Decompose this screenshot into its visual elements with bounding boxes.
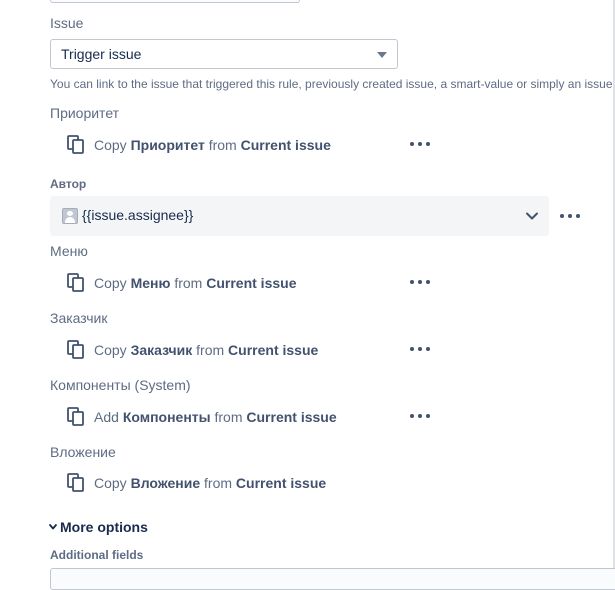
chevron-down-icon: [526, 212, 538, 220]
copy-icon: [67, 407, 84, 426]
more-icon[interactable]: [410, 279, 430, 285]
additional-fields-label: Additional fields: [50, 548, 144, 562]
copy-summary: Add Компоненты from Current issue: [94, 409, 337, 425]
issue-select-value: Trigger issue: [61, 46, 142, 62]
copy-summary: Copy Вложение from Current issue: [94, 475, 327, 491]
copy-icon: [67, 135, 84, 154]
copy-summary: Copy Приоритет from Current issue: [94, 137, 331, 153]
more-options-toggle[interactable]: More options: [48, 519, 148, 535]
copy-row-priority[interactable]: Copy Приоритет from Current issue: [67, 133, 331, 157]
copy-row-menu[interactable]: Copy Меню from Current issue: [67, 271, 296, 295]
copy-row-components[interactable]: Add Компоненты from Current issue: [67, 405, 337, 429]
issue-field-label: Issue: [50, 15, 84, 31]
caret-down-icon: [377, 52, 387, 58]
more-icon[interactable]: [560, 213, 580, 219]
avatar-icon: [62, 208, 78, 224]
more-icon[interactable]: [410, 413, 430, 419]
field-label-menu: Меню: [50, 243, 88, 259]
issue-helper-text: You can link to the issue that triggered…: [50, 77, 613, 91]
field-label-author: Автор: [50, 177, 87, 191]
field-label-priority: Приоритет: [50, 105, 120, 121]
issue-select[interactable]: Trigger issue: [50, 39, 398, 69]
field-label-attachment: Вложение: [50, 444, 116, 460]
copy-row-customer[interactable]: Copy Заказчик from Current issue: [67, 338, 318, 362]
copy-icon: [67, 473, 84, 492]
more-icon[interactable]: [410, 346, 430, 352]
more-icon[interactable]: [410, 141, 430, 147]
additional-fields-input[interactable]: [50, 568, 615, 590]
previous-field-input[interactable]: [50, 0, 300, 3]
more-options-label: More options: [60, 519, 148, 535]
copy-summary: Copy Заказчик from Current issue: [94, 342, 319, 358]
copy-summary: Copy Меню from Current issue: [94, 275, 297, 291]
chevron-down-icon: [49, 524, 57, 530]
copy-row-attachment[interactable]: Copy Вложение from Current issue: [67, 471, 326, 495]
assignee-select[interactable]: {{issue.assignee}}: [50, 196, 549, 236]
copy-icon: [67, 340, 84, 359]
assignee-value: {{issue.assignee}}: [82, 207, 194, 223]
copy-icon: [67, 273, 84, 292]
field-label-components: Компоненты (System): [50, 377, 191, 393]
field-label-customer: Заказчик: [50, 310, 108, 326]
